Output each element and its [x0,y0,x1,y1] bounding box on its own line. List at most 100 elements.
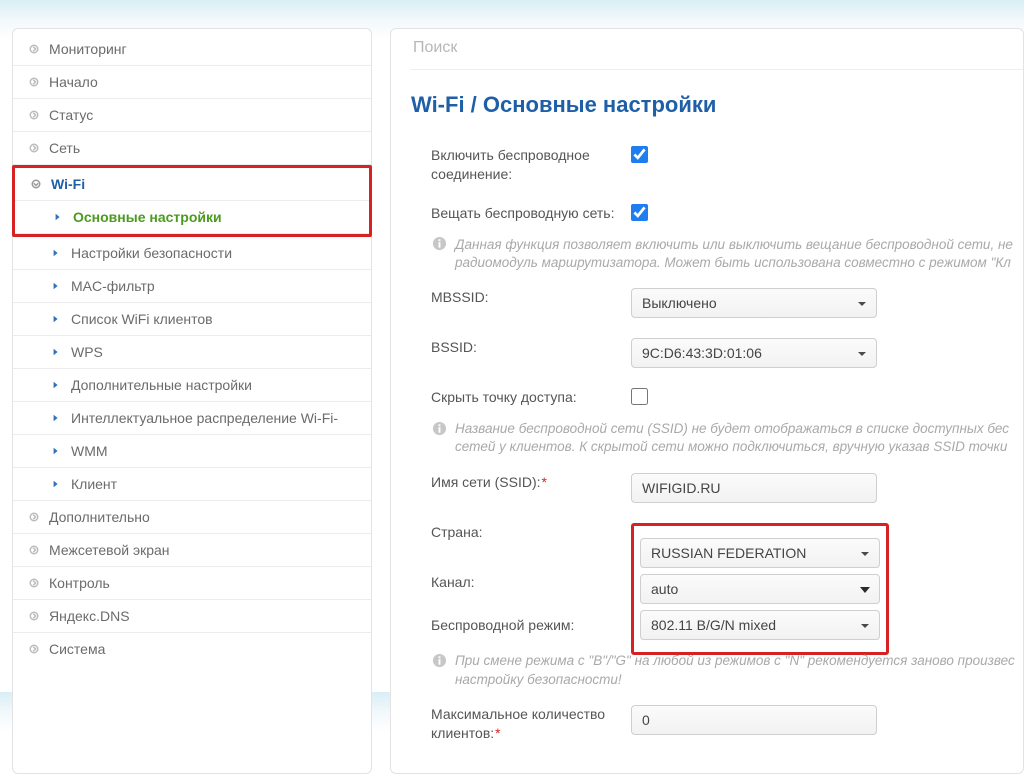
channel-label: Канал: [431,573,631,592]
sidebar-label: Сеть [49,140,80,156]
country-select[interactable]: RUSSIAN FEDERATION [640,538,880,568]
chevron-down-icon [859,547,871,559]
sidebar-item-monitoring[interactable]: Мониторинг [13,33,371,66]
info-icon [431,420,447,436]
select-value: Выключено [642,295,717,311]
sidebar-sub-label: WMM [71,443,108,459]
chevron-right-icon [51,446,61,456]
select-value: 9C:D6:43:3D:01:06 [642,345,762,361]
sidebar-item-start[interactable]: Начало [13,66,371,99]
broadcast-label: Вещать беспроводную сеть: [431,204,631,223]
wireless-mode-select[interactable]: 802.11 B/G/N mixed [640,610,880,640]
chevron-down-icon [856,297,868,309]
chevron-right-icon [27,141,41,155]
mode-label: Беспроводной режим: [431,616,631,635]
sidebar-item-firewall[interactable]: Межсетевой экран [13,534,371,567]
info-icon [431,236,447,252]
chevron-right-icon [27,576,41,590]
broadcast-hint: Данная функция позволяет включить или вы… [431,234,1023,278]
select-value: 802.11 B/G/N mixed [651,617,776,633]
highlighted-group: RUSSIAN FEDERATION auto 802.11 B/G/N mix… [631,523,889,655]
sidebar-sub-label: WPS [71,344,103,360]
hide-ap-checkbox[interactable] [631,388,648,405]
enable-wireless-checkbox[interactable] [631,146,648,163]
sidebar-label: Wi-Fi [51,176,85,192]
hide-ap-hint: Название беспроводной сети (SSID) не буд… [431,418,1023,462]
chevron-right-icon [51,380,61,390]
hint-text: Название беспроводной сети (SSID) не буд… [455,420,1023,456]
chevron-right-icon [51,479,61,489]
max-clients-input[interactable] [631,705,877,735]
country-label: Страна: [431,523,631,542]
chevron-down-icon [856,347,868,359]
sidebar-sub-label: MAC-фильтр [71,278,155,294]
sidebar-sub-label: Интеллектуальное распределение Wi-Fi- [71,410,338,426]
sidebar-sub-wmm[interactable]: WMM [13,435,371,468]
sidebar-item-wifi[interactable]: Wi-Fi [15,168,369,201]
page-title: Wi-Fi / Основные настройки [411,70,1023,136]
channel-select[interactable]: auto [640,574,880,604]
sidebar-label: Межсетевой экран [49,542,170,558]
select-value: auto [651,581,678,597]
broadcast-checkbox[interactable] [631,204,648,221]
chevron-right-icon [53,212,63,222]
sidebar-item-additional[interactable]: Дополнительно [13,501,371,534]
chevron-right-icon [27,543,41,557]
sidebar-label: Мониторинг [49,41,127,57]
mbssid-label: MBSSID: [431,288,631,307]
search-input[interactable]: Поиск [413,39,457,56]
sidebar-sub-smart-wifi[interactable]: Интеллектуальное распределение Wi-Fi- [13,402,371,435]
chevron-right-icon [27,75,41,89]
sidebar-label: Контроль [49,575,110,591]
enable-wireless-label: Включить беспроводное соединение: [431,146,631,184]
sidebar-sub-label: Клиент [71,476,117,492]
mbssid-select[interactable]: Выключено [631,288,877,318]
sidebar-sub-client-list[interactable]: Список WiFi клиентов [13,303,371,336]
chevron-down-icon [29,177,43,191]
sidebar-item-network[interactable]: Сеть [13,132,371,165]
sidebar-sub-wps[interactable]: WPS [13,336,371,369]
bssid-label: BSSID: [431,338,631,357]
chevron-right-icon [51,413,61,423]
sidebar-label: Начало [49,74,98,90]
sidebar-item-yandex-dns[interactable]: Яндекс.DNS [13,600,371,633]
sidebar-label: Дополнительно [49,509,150,525]
chevron-right-icon [27,42,41,56]
sidebar: Мониторинг Начало Статус Сеть Wi-Fi Осно… [12,28,372,774]
sidebar-label: Система [49,641,105,657]
select-value: RUSSIAN FEDERATION [651,545,806,561]
sidebar-item-status[interactable]: Статус [13,99,371,132]
bssid-select[interactable]: 9C:D6:43:3D:01:06 [631,338,877,368]
sidebar-sub-mac-filter[interactable]: MAC-фильтр [13,270,371,303]
form: Включить беспроводное соединение: Вещать… [411,136,1023,753]
chevron-right-icon [27,642,41,656]
sidebar-sub-client[interactable]: Клиент [13,468,371,501]
ssid-label-text: Имя сети (SSID): [431,474,547,490]
max-clients-label-text: Максимальное количество клиентов: [431,706,605,741]
sidebar-label: Яндекс.DNS [49,608,130,624]
chevron-down-icon [859,583,871,595]
chevron-right-icon [51,281,61,291]
max-clients-label: Максимальное количество клиентов: [431,705,631,743]
mode-hint: При смене режима с "B"/"G" на любой из р… [431,650,1023,694]
chevron-right-icon [27,510,41,524]
hint-text: При смене режима с "B"/"G" на любой из р… [455,652,1023,688]
chevron-right-icon [51,347,61,357]
sidebar-sub-label: Список WiFi клиентов [71,311,213,327]
sidebar-wifi-group: Wi-Fi Основные настройки [12,165,372,237]
sidebar-sub-basic-settings[interactable]: Основные настройки [15,201,369,234]
chevron-right-icon [27,609,41,623]
info-icon [431,652,447,668]
sidebar-item-control[interactable]: Контроль [13,567,371,600]
hide-ap-label: Скрыть точку доступа: [431,388,631,407]
sidebar-sub-label: Настройки безопасности [71,245,232,261]
hint-text: Данная функция позволяет включить или вы… [455,236,1023,272]
sidebar-sub-security[interactable]: Настройки безопасности [13,237,371,270]
sidebar-sub-label: Дополнительные настройки [71,377,252,393]
chevron-right-icon [27,108,41,122]
ssid-label: Имя сети (SSID): [431,473,631,492]
main-panel: Поиск Wi-Fi / Основные настройки Включит… [390,28,1024,774]
ssid-input[interactable] [631,473,877,503]
sidebar-sub-advanced[interactable]: Дополнительные настройки [13,369,371,402]
sidebar-item-system[interactable]: Система [13,633,371,665]
